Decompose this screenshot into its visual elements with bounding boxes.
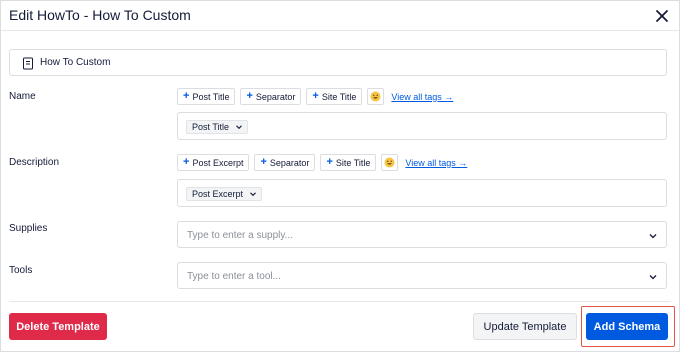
chevron-down-icon <box>649 234 657 239</box>
post-excerpt-chip[interactable]: Post Excerpt <box>186 187 263 201</box>
plus-icon: + <box>246 90 253 102</box>
emoji-picker-button[interactable] <box>367 88 385 105</box>
plus-icon: + <box>183 156 190 168</box>
modal-header: Edit HowTo - How To Custom <box>1 1 679 31</box>
tools-select[interactable]: Type to enter a tool... <box>177 262 667 289</box>
chevron-down-icon <box>250 192 256 197</box>
add-site-title-tag-button[interactable]: + Site Title <box>306 88 363 105</box>
add-post-excerpt-tag-button[interactable]: + Post Excerpt <box>177 154 250 171</box>
description-tag-row: + Post Excerpt + Separator + Site Title Vie… <box>177 154 467 171</box>
modal-title: Edit HowTo - How To Custom <box>9 7 191 23</box>
supplies-placeholder: Type to enter a supply... <box>187 230 293 241</box>
update-template-button[interactable]: Update Template <box>473 313 577 340</box>
post-title-chip[interactable]: Post Title <box>186 120 249 134</box>
description-label: Description <box>9 157 60 168</box>
supplies-select[interactable]: Type to enter a supply... <box>177 221 667 248</box>
description-tag-editor[interactable]: Post Excerpt <box>177 179 667 207</box>
plus-icon: + <box>312 90 319 102</box>
schema-title-input[interactable]: How To Custom <box>9 49 667 76</box>
name-tag-editor[interactable]: Post Title <box>177 112 667 140</box>
tools-placeholder: Type to enter a tool... <box>187 271 281 282</box>
add-site-title-tag-button[interactable]: + Site Title <box>320 154 377 171</box>
close-icon[interactable] <box>653 7 671 25</box>
add-schema-button[interactable]: Add Schema <box>586 313 668 340</box>
add-post-title-tag-button[interactable]: + Post Title <box>177 88 236 105</box>
plus-icon: + <box>260 156 267 168</box>
delete-template-button[interactable]: Delete Template <box>9 313 107 340</box>
document-icon <box>23 57 33 70</box>
chevron-down-icon <box>236 125 242 130</box>
plus-icon: + <box>326 156 333 168</box>
view-all-tags-link[interactable]: View all tags → <box>405 158 467 168</box>
view-all-tags-link[interactable]: View all tags → <box>391 92 453 102</box>
plus-icon: + <box>183 90 190 102</box>
name-tag-row: + Post Title + Separator + Site Title View … <box>177 88 453 105</box>
edit-howto-modal: Edit HowTo - How To Custom How To Custom… <box>0 0 680 352</box>
tools-label: Tools <box>9 265 33 276</box>
footer-divider <box>9 301 671 302</box>
add-separator-tag-button[interactable]: + Separator <box>254 154 316 171</box>
schema-title-value: How To Custom <box>40 57 111 68</box>
supplies-label: Supplies <box>9 223 48 234</box>
emoji-picker-button[interactable] <box>381 154 399 171</box>
add-separator-tag-button[interactable]: + Separator <box>240 88 302 105</box>
name-label: Name <box>9 91 36 102</box>
emoji-icon <box>370 91 381 102</box>
chevron-down-icon <box>649 275 657 280</box>
emoji-icon <box>384 157 395 168</box>
